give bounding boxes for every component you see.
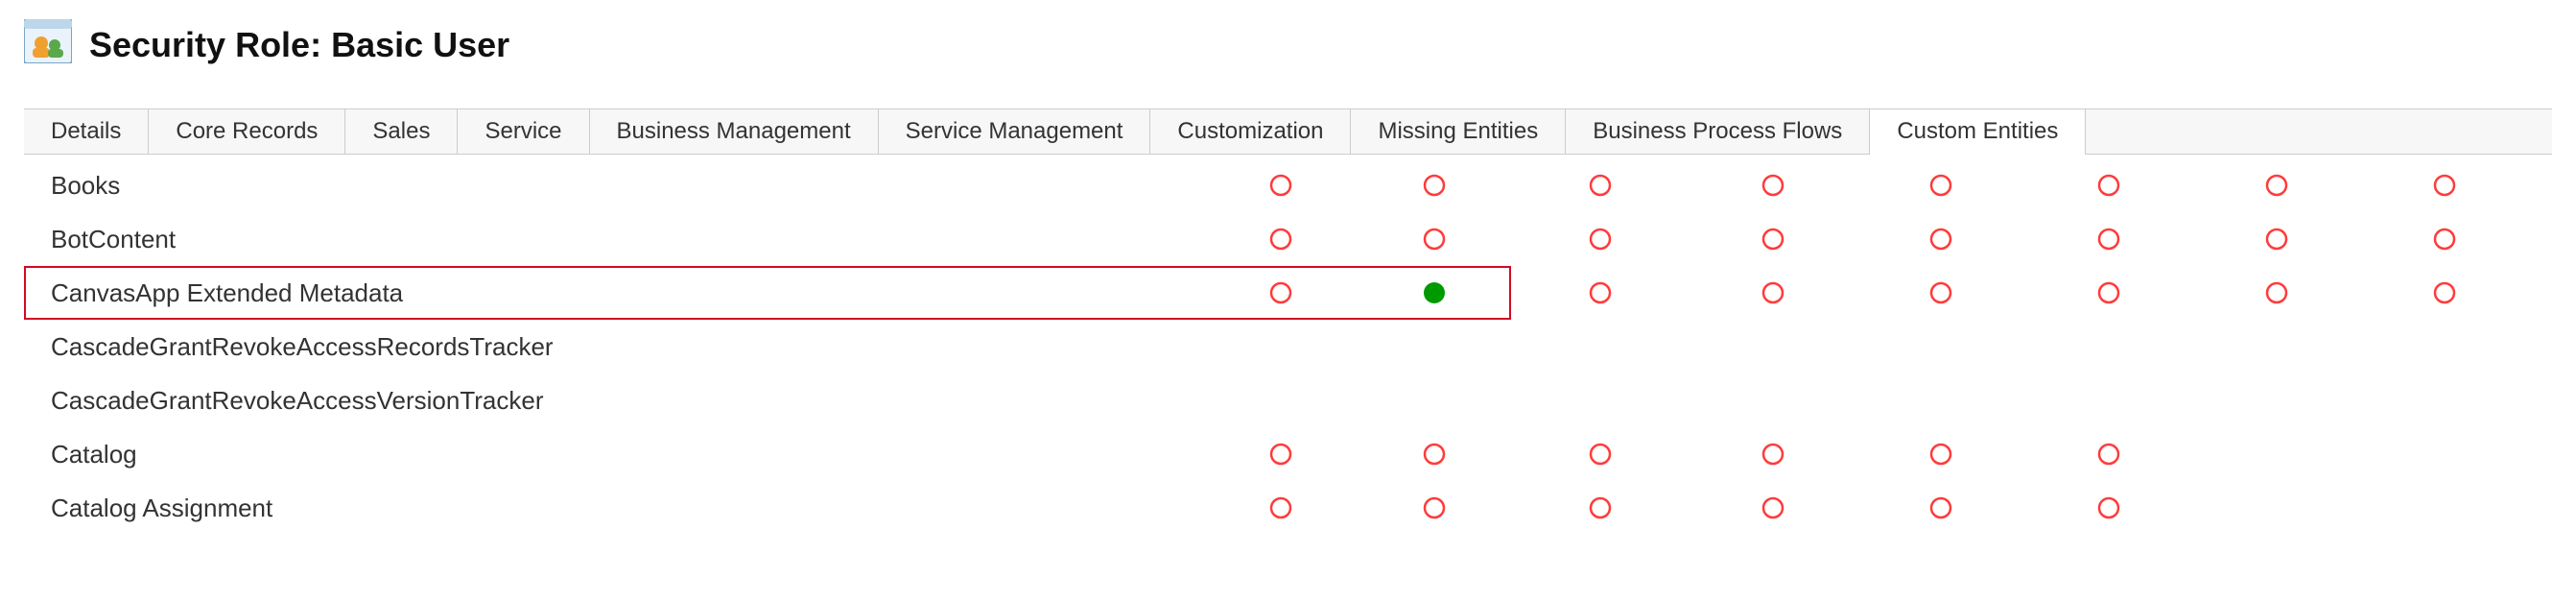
entity-label: BotContent [24,225,1204,254]
entity-row: Books [24,158,2552,212]
privilege-grid: Books BotContent CanvasApp Extended Metada… [24,158,2552,535]
tab-customization[interactable]: Customization [1150,109,1351,154]
tab-missing-entities[interactable]: Missing Entities [1351,109,1566,154]
entity-label: Catalog [24,440,1204,470]
privilege-toggle[interactable] [1856,496,2024,519]
privilege-toggle[interactable] [2024,174,2192,197]
privilege-cells [1204,281,2528,304]
privilege-toggle[interactable] [1856,174,2024,197]
privilege-toggle[interactable] [1689,228,1856,251]
privilege-toggle[interactable] [2024,281,2192,304]
privilege-toggle[interactable] [2192,228,2360,251]
tab-bar: Details Core Records Sales Service Business … [24,108,2552,155]
privilege-toggle[interactable] [1511,228,1689,251]
entity-label: Catalog Assignment [24,494,1204,523]
entity-row: Catalog Assignment [24,481,2552,535]
privilege-cells [1204,228,2528,251]
privilege-toggle[interactable] [1511,174,1689,197]
tab-business-process-flows[interactable]: Business Process Flows [1566,109,1870,154]
tab-label: Missing Entities [1378,118,1538,145]
privilege-toggle[interactable] [1856,281,2024,304]
page-title: Security Role: Basic User [89,25,509,65]
tab-label: Details [51,118,121,145]
entity-row: CascadeGrantRevokeAccessVersionTracker [24,373,2552,427]
privilege-toggle[interactable] [1358,496,1511,519]
privilege-toggle[interactable] [2192,281,2360,304]
entity-label: Books [24,171,1204,201]
entity-row: BotContent [24,212,2552,266]
privilege-toggle[interactable] [1856,443,2024,466]
privilege-toggle[interactable] [2024,443,2192,466]
tab-business-management[interactable]: Business Management [590,109,879,154]
tab-label: Core Records [176,118,318,145]
privilege-toggle[interactable] [1358,174,1511,197]
entity-row: CascadeGrantRevokeAccessRecordsTracker [24,320,2552,373]
privilege-toggle[interactable] [2024,496,2192,519]
privilege-toggle[interactable] [2360,228,2528,251]
tab-details[interactable]: Details [24,109,149,154]
tab-sales[interactable]: Sales [345,109,458,154]
privilege-toggle[interactable] [1689,174,1856,197]
privilege-cells [1204,174,2528,197]
privilege-toggle[interactable] [2360,281,2528,304]
privilege-toggle[interactable] [1204,443,1358,466]
tab-label: Custom Entities [1897,118,2058,145]
tab-label: Business Process Flows [1593,118,1842,145]
privilege-toggle[interactable] [2192,174,2360,197]
entity-row: CanvasApp Extended Metadata [24,266,2552,320]
privilege-toggle[interactable] [1689,496,1856,519]
tab-core-records[interactable]: Core Records [149,109,345,154]
privilege-toggle[interactable] [1204,281,1358,304]
entity-label: CascadeGrantRevokeAccessVersionTracker [24,386,1204,416]
entity-label: CascadeGrantRevokeAccessRecordsTracker [24,332,1204,362]
privilege-toggle[interactable] [1358,228,1511,251]
tab-label: Service Management [906,118,1123,145]
tab-label: Customization [1177,118,1323,145]
privilege-toggle[interactable] [2024,228,2192,251]
entity-row: Catalog [24,427,2552,481]
privilege-toggle[interactable] [1689,281,1856,304]
privilege-cells [1204,496,2528,519]
privilege-toggle[interactable] [2360,174,2528,197]
tab-custom-entities[interactable]: Custom Entities [1870,109,2086,154]
privilege-toggle[interactable] [1856,228,2024,251]
tab-label: Sales [372,118,430,145]
entity-label: CanvasApp Extended Metadata [24,278,1204,308]
privilege-toggle[interactable] [1204,496,1358,519]
tab-service[interactable]: Service [458,109,589,154]
privilege-toggle[interactable] [1358,281,1511,304]
privilege-toggle[interactable] [1689,443,1856,466]
privilege-toggle[interactable] [1358,443,1511,466]
tab-label: Business Management [617,118,851,145]
privilege-toggle[interactable] [1204,174,1358,197]
privilege-toggle[interactable] [1511,443,1689,466]
tab-label: Service [484,118,561,145]
security-role-icon [24,19,72,70]
privilege-cells [1204,443,2528,466]
tab-service-management[interactable]: Service Management [879,109,1151,154]
privilege-toggle[interactable] [1511,281,1689,304]
privilege-toggle[interactable] [1204,228,1358,251]
privilege-toggle[interactable] [1511,496,1689,519]
